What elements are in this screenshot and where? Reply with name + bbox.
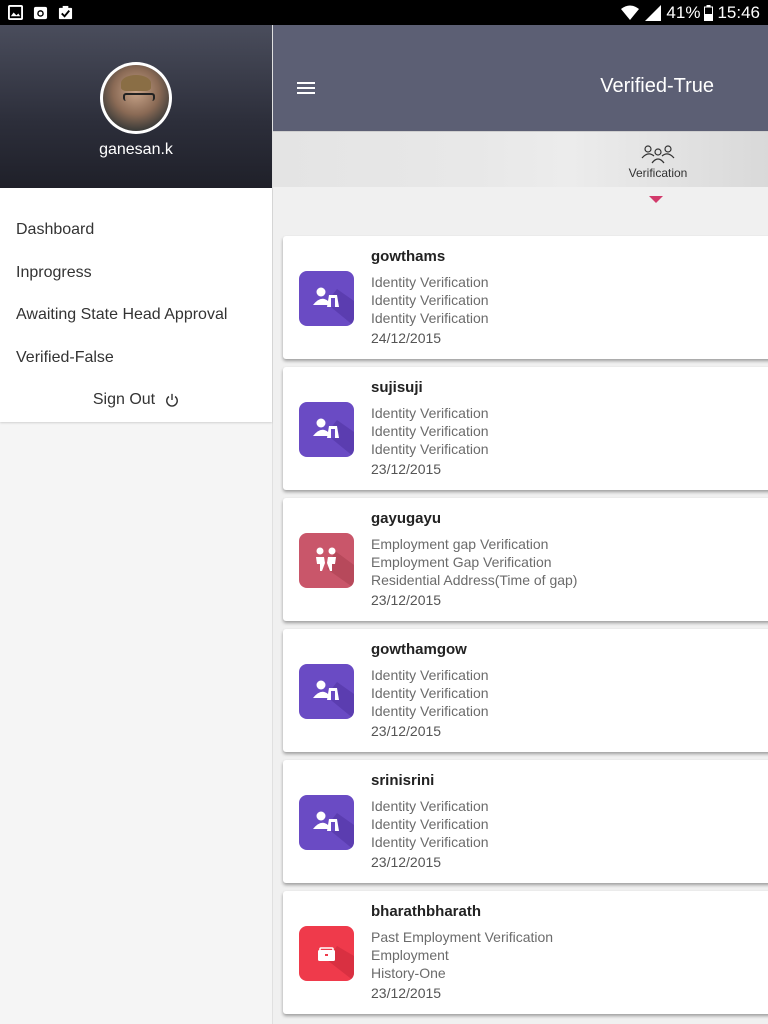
camera-icon xyxy=(33,6,48,20)
card-name: bharathbharath xyxy=(371,903,482,920)
card-line: Identity Verification xyxy=(371,423,489,439)
card-line: Identity Verification xyxy=(371,292,489,308)
battery-icon xyxy=(704,4,714,21)
card-date: 24/12/2015 xyxy=(371,330,442,346)
group-icon xyxy=(641,145,675,164)
card-line: Employment xyxy=(371,947,449,963)
list-item[interactable]: bharathbharath Past Employment Verificat… xyxy=(283,891,768,1014)
clock: 15:46 xyxy=(717,2,760,22)
card-line: Identity Verification xyxy=(371,685,489,701)
card-line: History-One xyxy=(371,965,446,981)
menu-item-verified-false[interactable]: Verified-False xyxy=(0,336,272,379)
menu-icon[interactable] xyxy=(297,82,315,96)
card-line: Identity Verification xyxy=(371,816,489,832)
card-line: Identity Verification xyxy=(371,274,489,290)
card-name: gowthams xyxy=(371,248,446,265)
card-name: srinisrini xyxy=(371,772,435,789)
briefcase-icon xyxy=(299,926,354,981)
card-date: 23/12/2015 xyxy=(371,854,442,870)
identity-icon xyxy=(299,664,354,719)
gallery-icon xyxy=(8,5,23,20)
navigation-drawer: ganesan.k Dashboard Inprogress Awaiting … xyxy=(0,25,273,1024)
power-icon xyxy=(166,393,179,407)
app-toolbar: Verified-True xyxy=(273,25,768,131)
verification-list: gowthams Identity Verification Identity … xyxy=(283,236,768,1022)
avatar[interactable] xyxy=(100,62,172,134)
card-line: Residential Address(Time of gap) xyxy=(371,572,578,588)
card-date: 23/12/2015 xyxy=(371,985,442,1001)
page-title: Verified-True xyxy=(600,75,714,97)
card-date: 23/12/2015 xyxy=(371,723,442,739)
card-line: Identity Verification xyxy=(371,310,489,326)
tab-verification[interactable]: Verification xyxy=(613,144,703,180)
drawer-menu: Dashboard Inprogress Awaiting State Head… xyxy=(0,188,272,422)
tab-verification-label: Verification xyxy=(628,166,688,180)
card-line: Employment Gap Verification xyxy=(371,554,552,570)
card-line: Identity Verification xyxy=(371,405,489,421)
list-item[interactable]: gowthamgow Identity Verification Identit… xyxy=(283,629,768,752)
card-name: gowthamgow xyxy=(371,641,467,658)
sign-out-label: Sign Out xyxy=(92,391,156,408)
card-line: Identity Verification xyxy=(371,441,489,457)
employment-gap-icon xyxy=(299,533,354,588)
identity-icon xyxy=(299,795,354,850)
signal-icon xyxy=(645,4,662,21)
sign-out-button[interactable]: Sign Out xyxy=(0,378,272,422)
list-item[interactable]: gowthams Identity Verification Identity … xyxy=(283,236,768,359)
card-line: Identity Verification xyxy=(371,834,489,850)
card-line: Past Employment Verification xyxy=(371,929,554,945)
list-item[interactable]: gayugayu Employment gap Verification Emp… xyxy=(283,498,768,621)
list-item[interactable]: srinisrini Identity Verification Identit… xyxy=(283,760,768,883)
wifi-icon xyxy=(621,5,640,20)
card-name: sujisuji xyxy=(371,379,423,396)
status-bar: 41% 15:46 xyxy=(0,0,768,25)
identity-icon xyxy=(299,402,354,457)
card-name: gayugayu xyxy=(371,510,442,527)
menu-item-dashboard[interactable]: Dashboard xyxy=(0,208,272,251)
identity-icon xyxy=(299,271,354,326)
menu-item-inprogress[interactable]: Inprogress xyxy=(0,251,272,294)
tab-bar: Verification xyxy=(273,131,768,187)
tab-indicator xyxy=(649,196,663,203)
battery-percent: 41% xyxy=(666,2,701,22)
drawer-header: ganesan.k xyxy=(0,25,272,188)
clipboard-check-icon xyxy=(58,5,73,20)
menu-item-awaiting-approval[interactable]: Awaiting State Head Approval xyxy=(0,293,272,336)
card-line: Employment gap Verification xyxy=(371,536,549,552)
main-content: Verified-True Verification gowthams Iden… xyxy=(273,25,768,1024)
username: ganesan.k xyxy=(99,141,173,158)
list-item[interactable]: sujisuji Identity Verification Identity … xyxy=(283,367,768,490)
card-date: 23/12/2015 xyxy=(371,592,442,608)
card-date: 23/12/2015 xyxy=(371,461,442,477)
card-line: Identity Verification xyxy=(371,667,489,683)
card-line: Identity Verification xyxy=(371,703,489,719)
card-line: Identity Verification xyxy=(371,798,489,814)
